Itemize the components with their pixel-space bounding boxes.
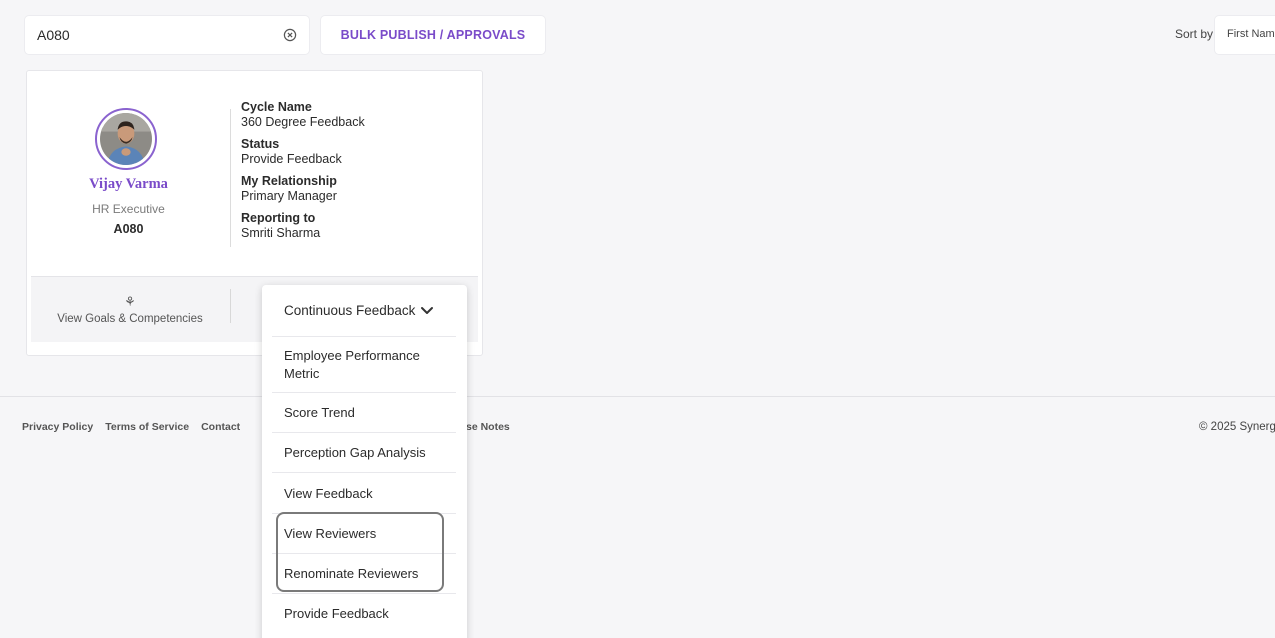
footer-divider [230,289,231,323]
goals-icon: ⚘ [124,294,136,309]
search-box[interactable] [25,16,309,54]
bulk-publish-button[interactable]: BULK PUBLISH / APPROVALS [321,16,545,54]
menu-item-view-feedback[interactable]: View Feedback [272,472,456,513]
menu-item-perception-gap[interactable]: Perception Gap Analysis [272,432,456,472]
sort-select[interactable]: First Name [1215,16,1275,54]
employee-code: A080 [113,222,144,236]
cycle-name-value: 360 Degree Feedback [241,115,365,129]
status-value: Provide Feedback [241,152,342,166]
reporting-to-value: Smriti Sharma [241,226,321,240]
cycle-name-label: Cycle Name [241,100,312,114]
relationship-label: My Relationship [241,174,337,188]
employee-name[interactable]: Vijay Varma [27,176,230,193]
menu-item-view-reviewers[interactable]: View Reviewers [272,513,456,553]
release-notes-link[interactable]: se Notes [466,421,510,433]
divider [230,109,231,247]
view-goals-button[interactable]: ⚘ View Goals & Competencies [31,277,229,343]
privacy-policy-link[interactable]: Privacy Policy [22,421,93,433]
menu-item-label: View Reviewers [284,526,377,541]
view-goals-label: View Goals & Competencies [57,313,203,325]
menu-item-score-trend[interactable]: Score Trend [272,392,456,432]
employee-profile: Vijay Varma HR Executive A080 [27,71,230,271]
search-input[interactable] [37,27,283,43]
menu-item-label: Score Trend [284,405,355,420]
sort-label: Sort by: [1175,27,1217,41]
avatar-photo-icon [100,113,152,165]
page-divider [0,396,1275,397]
copyright: © 2025 Synergita [1199,421,1275,433]
menu-item-performance-metric[interactable]: Employee Performance Metric [272,336,456,392]
clear-icon[interactable] [283,28,297,42]
chevron-down-icon[interactable] [420,306,434,316]
relationship-value: Primary Manager [241,189,337,203]
cycle-details: Cycle Name 360 Degree Feedback Status Pr… [241,100,471,248]
menu-item-label: Employee Performance Metric [284,347,420,381]
menu-item-label: Provide Feedback [284,606,389,621]
terms-of-service-link[interactable]: Terms of Service [105,421,189,433]
menu-item-label: Perception Gap Analysis [284,445,426,460]
dropdown-selected-label: Continuous Feedback [284,303,416,318]
employee-role: HR Executive [92,202,165,216]
status-label: Status [241,137,280,151]
actions-dropdown[interactable]: Continuous Feedback Employee Performance… [262,285,467,638]
footer-links: Privacy Policy Terms of Service Contact [22,421,252,433]
avatar[interactable] [95,108,157,170]
menu-item-label: View Feedback [284,485,373,501]
menu-item-label: Renominate Reviewers [284,566,419,581]
dropdown-selected[interactable]: Continuous Feedback [262,285,467,336]
menu-item-renominate-reviewers[interactable]: Renominate Reviewers [272,553,456,593]
reporting-to-label: Reporting to [241,211,316,225]
contact-link[interactable]: Contact [201,421,240,433]
menu-item-provide-feedback[interactable]: Provide Feedback [272,593,456,633]
